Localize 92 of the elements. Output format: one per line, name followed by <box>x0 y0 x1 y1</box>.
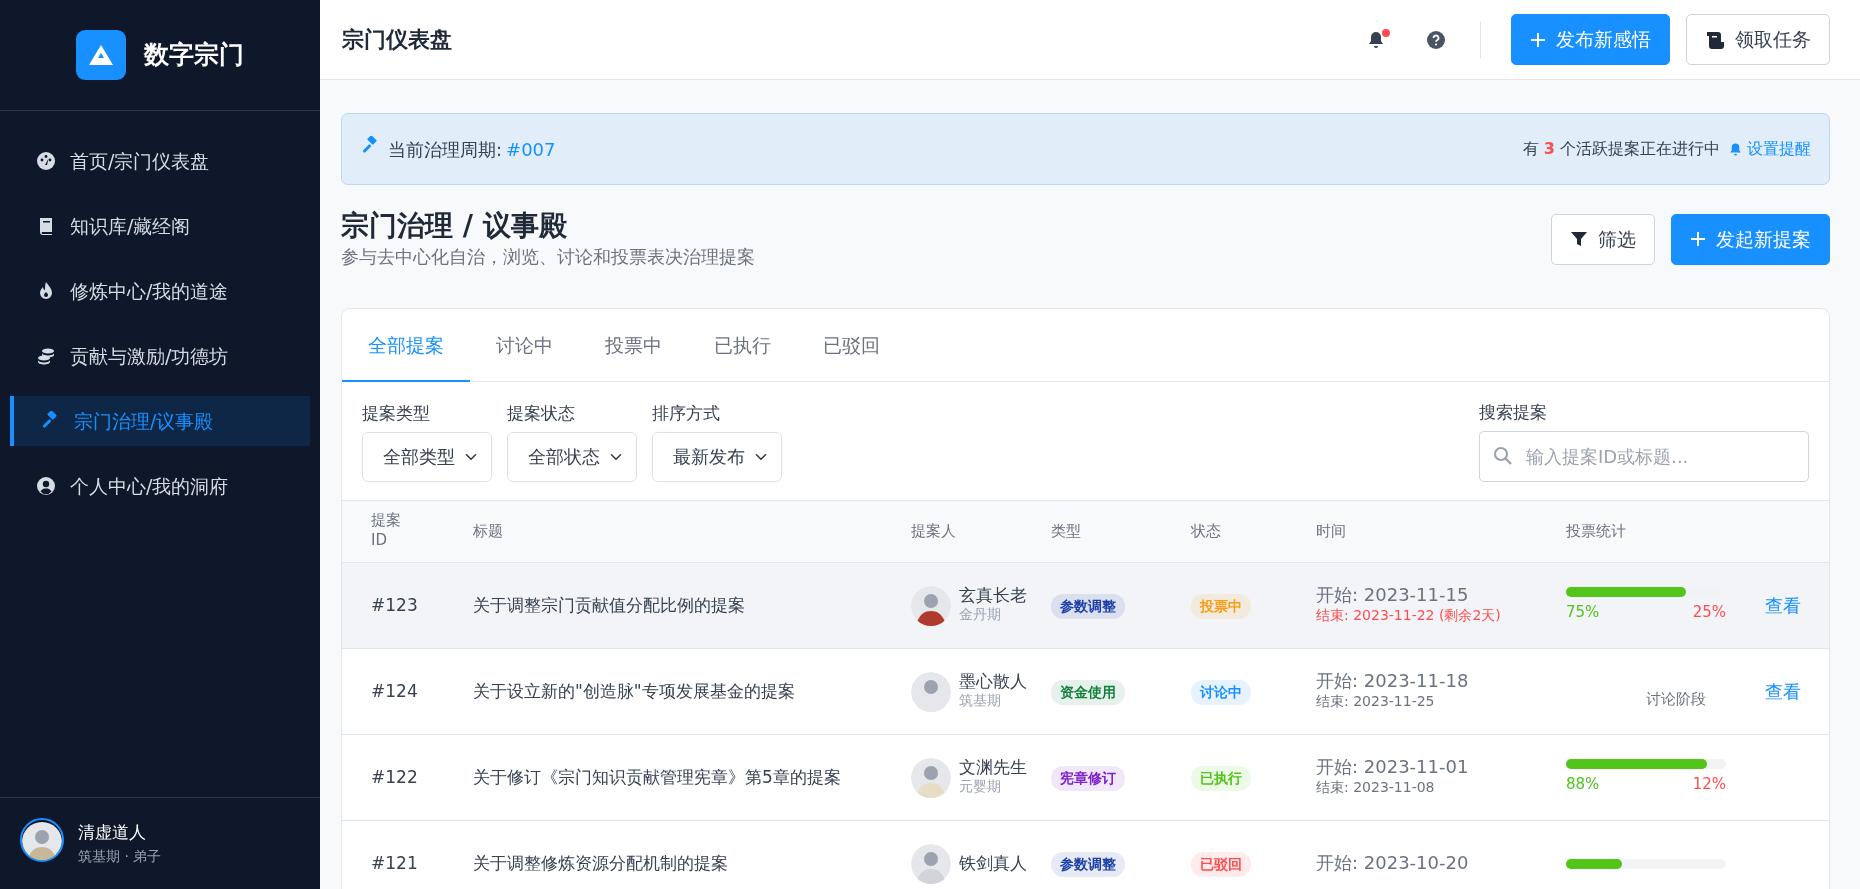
avatar <box>20 818 64 862</box>
active-proposals-text: 有 3 个活跃提案正在进行中 <box>1522 138 1720 160</box>
plus-icon <box>1530 31 1546 48</box>
bell-icon <box>1728 141 1743 157</box>
column-header: 时间 <box>1316 522 1346 541</box>
user-rank: 筑基期 · 弟子 <box>78 846 162 866</box>
filter-select[interactable]: 最新发布 <box>652 431 782 482</box>
end-date: 结束: 2023-11-25 <box>1316 692 1436 712</box>
proposer-rank: 元婴期 <box>959 777 1002 797</box>
view-link[interactable]: 查看 <box>1765 594 1801 616</box>
type-tag: 宪章修订 <box>1051 765 1125 791</box>
gavel-icon <box>360 135 380 156</box>
logo-icon <box>76 30 126 80</box>
search-label: 搜索提案 <box>1479 401 1548 425</box>
cycle-label: 当前治理周期: <box>388 137 503 162</box>
page-title: 宗门治理 / 议事殿 <box>341 209 568 243</box>
yes-percent: 88% <box>1566 774 1600 796</box>
nav-item[interactable]: 宗门治理/议事殿 <box>10 396 310 446</box>
proposal-id: #123 <box>371 594 418 615</box>
column-header: 标题 <box>473 522 503 541</box>
filter-label: 排序方式 <box>652 402 721 426</box>
tab[interactable]: 讨论中 <box>470 308 579 383</box>
nav-item[interactable]: 修炼中心/我的道途 <box>10 266 310 316</box>
tab[interactable]: 全部提案 <box>342 308 470 383</box>
column-header: 类型 <box>1051 522 1081 541</box>
nav-item[interactable]: 贡献与激励/功德坊 <box>10 331 310 381</box>
type-tag: 参数调整 <box>1051 593 1125 619</box>
avatar <box>911 843 951 884</box>
tab[interactable]: 投票中 <box>579 308 688 383</box>
start-date: 开始: 2023-11-18 <box>1316 670 1470 692</box>
nav-item[interactable]: 个人中心/我的洞府 <box>10 461 310 511</box>
proposer-name: 铁剑真人 <box>959 854 1027 873</box>
user-name: 清虚道人 <box>78 821 147 845</box>
plus-icon <box>1690 231 1706 248</box>
proposal-id: #122 <box>371 766 418 787</box>
filter-icon <box>1570 230 1588 249</box>
proposer-name: 文渊先生 <box>959 757 1027 777</box>
start-date: 开始: 2023-11-01 <box>1316 756 1470 778</box>
nav-item[interactable]: 知识库/藏经阁 <box>10 201 310 251</box>
start-date: 开始: 2023-11-15 <box>1316 584 1470 606</box>
column-header: 状态 <box>1191 522 1221 541</box>
proposer-name: 玄真长老 <box>959 585 1027 605</box>
scroll-icon <box>1705 30 1725 49</box>
proposal-title: 关于设立新的"创造脉"专项发展基金的提案 <box>473 680 795 701</box>
filter-label: 提案状态 <box>507 402 576 426</box>
status-tag: 讨论中 <box>1191 679 1251 705</box>
proposal-title: 关于调整宗门贡献值分配比例的提案 <box>473 594 745 615</box>
page-subtitle: 参与去中心化自治，浏览、讨论和投票表决治理提案 <box>341 244 755 269</box>
proposer-rank: 筑基期 <box>959 691 1002 711</box>
status-tag: 已驳回 <box>1191 851 1251 877</box>
type-tag: 参数调整 <box>1051 851 1125 877</box>
status-tag: 投票中 <box>1191 593 1251 619</box>
new-proposal-button[interactable]: 发起新提案 <box>1671 213 1830 265</box>
publish-button[interactable]: 发布新感悟 <box>1511 14 1670 65</box>
user-icon <box>36 476 56 496</box>
proposer-name: 墨心散人 <box>959 671 1027 691</box>
filter-button[interactable]: 筛选 <box>1551 213 1655 265</box>
no-percent: 12% <box>1692 774 1726 796</box>
proposal-id: #121 <box>371 852 418 873</box>
cycle-number: #007 <box>506 137 556 162</box>
filter-select[interactable]: 全部状态 <box>507 431 637 482</box>
tab[interactable]: 已驳回 <box>797 308 906 383</box>
status-tag: 已执行 <box>1191 765 1251 791</box>
gavel-icon <box>40 411 60 431</box>
proposal-title: 关于修订《宗门知识贡献管理宪章》第5章的提案 <box>473 766 841 787</box>
reminder-link[interactable]: 设置提醒 <box>1728 137 1811 161</box>
page-header-title: 宗门仪表盘 <box>342 26 452 54</box>
column-header: 投票统计 <box>1566 522 1626 541</box>
proposal-title: 关于调整修炼资源分配机制的提案 <box>473 852 728 873</box>
avatar <box>911 757 951 798</box>
type-tag: 资金使用 <box>1051 679 1125 705</box>
search-field[interactable]: 输入提案ID或标题... <box>1479 430 1809 482</box>
start-date: 开始: 2023-10-20 <box>1316 853 1470 874</box>
tab[interactable]: 已执行 <box>688 308 797 383</box>
proposer-rank: 金丹期 <box>959 605 1002 625</box>
no-percent: 25% <box>1692 602 1726 624</box>
avatar <box>911 671 951 712</box>
end-date: 结束: 2023-11-08 <box>1316 778 1436 798</box>
filter-label: 提案类型 <box>362 402 431 426</box>
proposal-id: #124 <box>371 680 418 701</box>
column-header: 提案人 <box>911 522 956 541</box>
discussion-stage-text: 讨论阶段 <box>1646 689 1706 708</box>
nav-item[interactable]: 首页/宗门仪表盘 <box>10 136 310 186</box>
view-link[interactable]: 查看 <box>1765 680 1801 702</box>
yes-percent: 75% <box>1566 602 1600 624</box>
filter-select[interactable]: 全部类型 <box>362 431 492 482</box>
end-date: 结束: 2023-11-22 (剩余2天) <box>1316 606 1502 626</box>
task-button[interactable]: 领取任务 <box>1686 14 1830 65</box>
gauge-icon <box>36 151 56 171</box>
column-header: 提案 ID <box>371 511 402 551</box>
coins-icon <box>36 346 56 366</box>
brand-name: 数字宗门 <box>144 39 244 72</box>
